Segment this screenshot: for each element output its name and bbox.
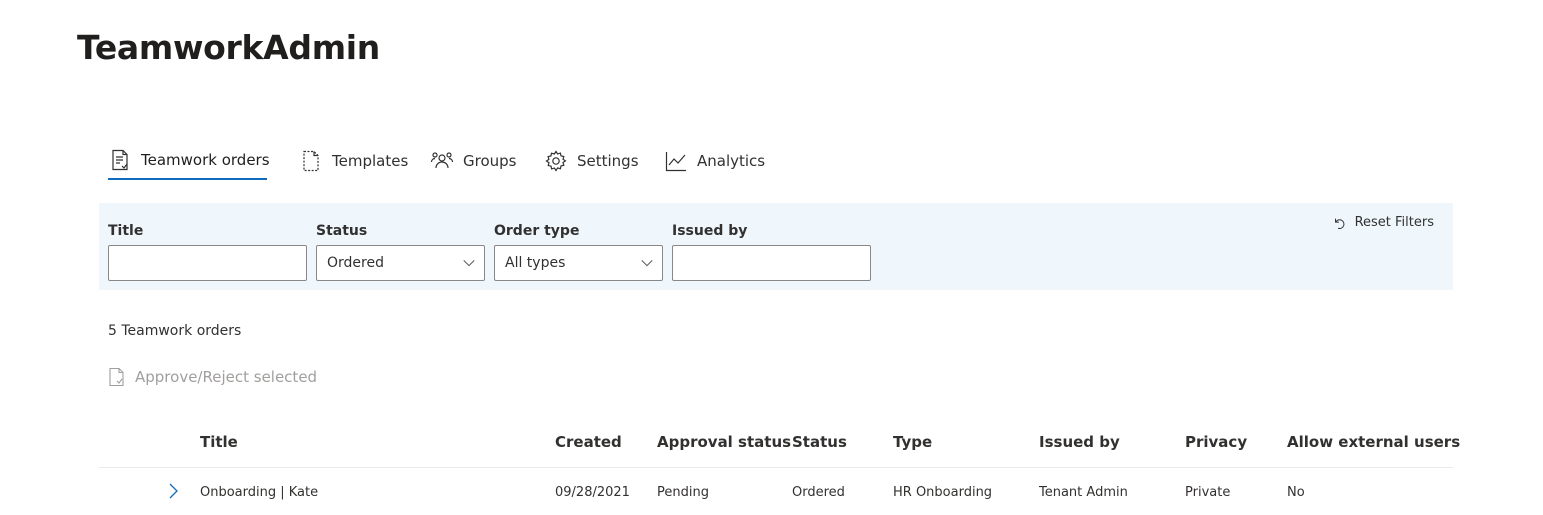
line-chart-icon [664, 149, 688, 173]
tab-analytics[interactable]: Analytics [664, 142, 765, 180]
order-type-filter: Order type All types [494, 221, 664, 285]
orders-count: 5 Teamwork orders [108, 323, 242, 339]
cell-created: 09/28/2021 [555, 485, 630, 500]
tab-label: Teamwork orders [141, 151, 270, 169]
tab-label: Analytics [697, 152, 766, 170]
chevron-down-icon [641, 260, 653, 267]
table-row[interactable]: Onboarding | Kate 09/28/2021 Pending Ord… [99, 468, 1453, 515]
issued-by-filter: Issued by [672, 221, 872, 285]
undo-icon [1334, 218, 1344, 229]
column-header-title[interactable]: Title [200, 433, 238, 451]
page-icon [299, 149, 323, 173]
cell-privacy: Private [1185, 485, 1231, 500]
order-type-dropdown-value: All types [505, 255, 566, 271]
status-dropdown[interactable]: Ordered [316, 245, 485, 281]
document-check-icon [109, 367, 124, 387]
status-filter: Status Ordered [316, 221, 486, 285]
reset-filters-label: Reset Filters [1354, 215, 1434, 230]
column-header-issued-by[interactable]: Issued by [1039, 433, 1120, 451]
status-filter-label: Status [316, 223, 368, 239]
cell-allow-external-users: No [1287, 485, 1305, 500]
order-type-filter-label: Order type [494, 223, 580, 239]
cell-status: Ordered [792, 485, 845, 500]
filter-panel: Title Status Ordered Order type All type… [99, 203, 1453, 290]
people-group-icon [430, 149, 454, 173]
column-header-created[interactable]: Created [555, 433, 622, 451]
issued-by-filter-label: Issued by [672, 223, 748, 239]
column-header-type[interactable]: Type [893, 433, 932, 451]
column-header-allow-external-users[interactable]: Allow external users [1287, 433, 1460, 451]
tab-label: Settings [577, 152, 639, 170]
column-header-privacy[interactable]: Privacy [1185, 433, 1247, 451]
app-title: TeamworkAdmin [77, 28, 380, 67]
issued-by-filter-input[interactable] [672, 245, 871, 281]
table-header: Title Created Approval status Status Typ… [99, 420, 1460, 468]
chevron-down-icon [463, 260, 475, 267]
cell-type: HR Onboarding [893, 485, 993, 500]
reset-filters-button[interactable]: Reset Filters [1332, 215, 1434, 230]
document-list-icon [108, 148, 132, 172]
order-type-dropdown[interactable]: All types [494, 245, 663, 281]
tab-templates[interactable]: Templates [299, 142, 408, 180]
tab-teamwork-orders[interactable]: Teamwork orders [108, 142, 270, 180]
status-dropdown-value: Ordered [327, 255, 384, 271]
approve-reject-label: Approve/Reject selected [135, 368, 318, 386]
cell-issued-by: Tenant Admin [1039, 485, 1128, 500]
title-filter-input[interactable] [108, 245, 307, 281]
approve-reject-button[interactable]: Approve/Reject selected [108, 367, 317, 387]
chevron-right-icon[interactable] [165, 482, 181, 500]
tab-groups[interactable]: Groups [430, 142, 516, 180]
column-header-status[interactable]: Status [792, 433, 847, 451]
column-header-approval-status[interactable]: Approval status [657, 433, 791, 451]
title-filter: Title [108, 221, 308, 285]
cell-title: Onboarding | Kate [200, 485, 319, 500]
title-filter-label: Title [108, 223, 144, 239]
tab-settings[interactable]: Settings [544, 142, 639, 180]
cell-approval-status: Pending [657, 485, 709, 500]
tab-label: Templates [332, 152, 409, 170]
gear-icon [544, 149, 568, 173]
tab-label: Groups [463, 152, 517, 170]
